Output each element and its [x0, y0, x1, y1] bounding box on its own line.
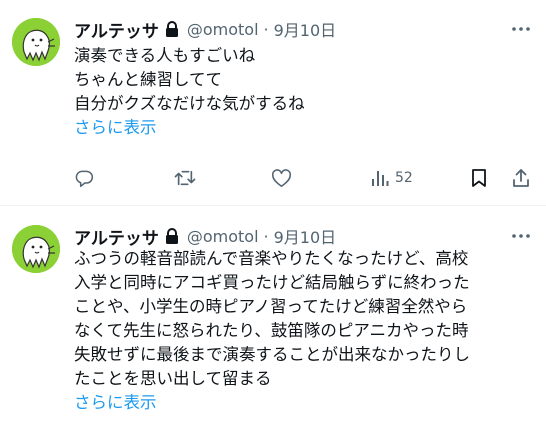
action-bar: 52: [74, 162, 534, 194]
separator: ·: [263, 19, 269, 39]
separator: ·: [263, 226, 269, 246]
timestamp[interactable]: 9月10日: [274, 224, 337, 248]
tweet-line: 自分がクズなだけな気がするね: [74, 94, 305, 113]
avatar[interactable]: [12, 225, 60, 273]
like-icon[interactable]: [271, 166, 292, 190]
tweet-text: ふつうの軽音部読んで音楽やりたくなったけど、高校 入学と同時にアコギ買ったけど結…: [74, 247, 534, 415]
display-name[interactable]: アルテッサ: [74, 224, 159, 249]
tweet-line: 演奏できる人もすごいね: [74, 46, 256, 65]
tweet[interactable]: アルテッサ @omotol · 9月10日 ふつうの軽音部読んで音楽やりたくなっ…: [0, 207, 546, 440]
more-icon[interactable]: [510, 18, 532, 40]
views-button[interactable]: 52: [371, 166, 413, 190]
display-name[interactable]: アルテッサ: [74, 17, 159, 42]
tweet-header: アルテッサ @omotol · 9月10日: [74, 17, 337, 42]
views-icon: [371, 169, 389, 187]
show-more-link[interactable]: さらに表示: [74, 391, 534, 415]
bookmark-icon[interactable]: [471, 166, 487, 190]
tweet-header: アルテッサ @omotol · 9月10日: [74, 224, 337, 249]
lock-icon: [165, 227, 179, 245]
tweet[interactable]: アルテッサ @omotol · 9月10日 演奏できる人もすごいね ちゃんと練習…: [0, 0, 546, 206]
share-icon[interactable]: [512, 166, 530, 190]
tweet-line: なくて先生に怒られたり、鼓笛隊のピアニカやった時: [74, 321, 469, 340]
views-count: 52: [395, 170, 413, 186]
reply-icon[interactable]: [74, 166, 94, 190]
avatar[interactable]: [12, 18, 60, 66]
timestamp[interactable]: 9月10日: [274, 17, 337, 41]
more-icon[interactable]: [510, 225, 532, 247]
tweet-line: 失敗せずに最後まで演奏することが出来なかったりし: [74, 345, 470, 364]
tweet-line: ふつうの軽音部読んで音楽やりたくなったけど、高校: [74, 249, 469, 268]
handle[interactable]: @omotol: [187, 20, 259, 39]
tweet-text: 演奏できる人もすごいね ちゃんと練習してて 自分がクズなだけな気がするね さらに…: [74, 44, 534, 140]
tweet-line: 入学と同時にアコギ買ったけど結局触らずに終わった: [74, 273, 470, 292]
tweet-line: ちゃんと練習してて: [74, 70, 223, 89]
tweet-line: たことを思い出して留まる: [74, 369, 272, 388]
tweet-line: ことや、小学生の時ピアノ習ってたけど練習全然やら: [74, 297, 468, 316]
retweet-icon[interactable]: [174, 166, 196, 190]
lock-icon: [165, 20, 179, 38]
handle[interactable]: @omotol: [187, 227, 259, 246]
show-more-link[interactable]: さらに表示: [74, 116, 534, 140]
